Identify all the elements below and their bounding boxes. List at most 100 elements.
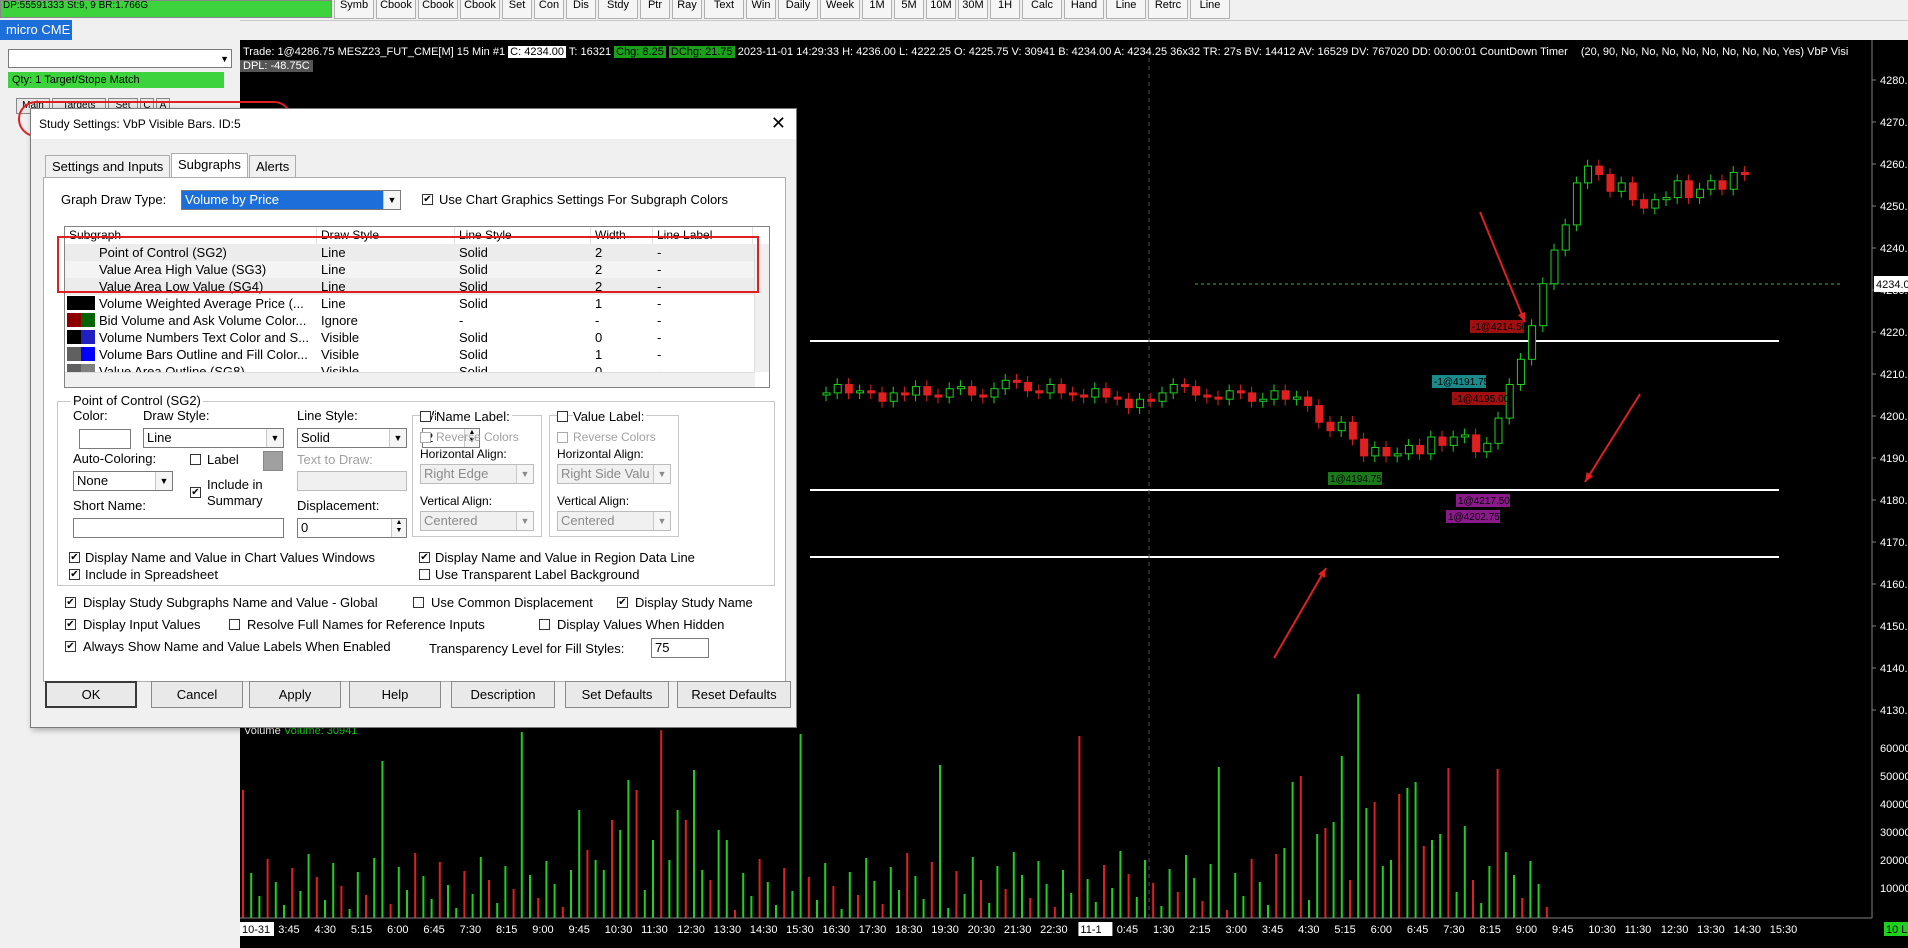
- set-defaults-button[interactable]: Set Defaults: [565, 681, 669, 708]
- graph-draw-type-label: Graph Draw Type:: [61, 192, 167, 207]
- tab-alerts[interactable]: Alerts: [249, 155, 297, 177]
- subgraph-row[interactable]: Bid Volume and Ask Volume Color... Ignore…: [65, 312, 769, 329]
- volume-bar: [512, 889, 515, 918]
- tab-subgraphs[interactable]: Subgraphs: [171, 153, 248, 178]
- volume-bar: [471, 894, 474, 918]
- display-values-hidden-checkbox[interactable]: [539, 619, 550, 630]
- toolbar-button-win[interactable]: Win: [746, 0, 776, 19]
- reset-defaults-button[interactable]: Reset Defaults: [677, 681, 791, 708]
- time-label: 15:30: [1770, 924, 1798, 936]
- subgraph-color-swatch[interactable]: [81, 330, 95, 344]
- toolbar-button-stdy[interactable]: Stdy: [598, 0, 638, 19]
- toolbar-button-hand[interactable]: Hand: [1064, 0, 1104, 19]
- horizontal-scrollbar[interactable]: [65, 372, 755, 387]
- toolbar-button-calc[interactable]: Calc: [1022, 0, 1062, 19]
- toolbar-button-symb[interactable]: Symb: [334, 0, 374, 19]
- resolve-full-names-checkbox[interactable]: [229, 619, 240, 630]
- include-in-summary-checkbox[interactable]: ✔: [190, 487, 201, 498]
- help-button[interactable]: Help: [349, 681, 441, 708]
- volume-bar: [1234, 873, 1237, 918]
- description-button[interactable]: Description: [451, 681, 555, 708]
- candle-body: [1214, 396, 1223, 400]
- spin-arrows-icon[interactable]: ▲ ▼: [391, 519, 406, 537]
- volume-bar: [242, 790, 244, 918]
- volume-bar: [775, 905, 777, 918]
- toolbar-button-30m[interactable]: 30M: [958, 0, 988, 19]
- toolbar-button-cbook[interactable]: Cbook: [418, 0, 458, 19]
- display-name-value-region-checkbox[interactable]: ✔: [419, 552, 430, 563]
- subgraph-row[interactable]: Volume Numbers Text Color and S... Visibl…: [65, 329, 769, 346]
- toolbar-button-con[interactable]: Con: [534, 0, 564, 19]
- chart-datetime: 2023-11-01 14:29:33: [737, 46, 840, 58]
- display-study-name-checkbox[interactable]: ✔: [617, 597, 628, 608]
- toolbar-button-line[interactable]: Line: [1106, 0, 1146, 19]
- candle-body: [822, 392, 831, 396]
- auto-coloring-select[interactable]: None ▼: [73, 471, 173, 491]
- candle-body: [1718, 180, 1727, 190]
- transparent-label-bg-checkbox[interactable]: [419, 569, 430, 580]
- color-swatch[interactable]: [79, 429, 131, 449]
- time-label: 3:45: [1262, 924, 1283, 936]
- use-chart-graphics-checkbox[interactable]: ✔: [422, 194, 433, 205]
- short-name-input[interactable]: [73, 518, 284, 538]
- trade-window-select[interactable]: ▼: [8, 49, 232, 68]
- subgraph-color-swatch[interactable]: [67, 296, 81, 310]
- cancel-button[interactable]: Cancel: [151, 681, 243, 708]
- time-label: 10-31: [242, 924, 270, 936]
- toolbar-button-week[interactable]: Week: [820, 0, 860, 19]
- subgraph-row[interactable]: Volume Bars Outline and Fill Color... Vis…: [65, 346, 769, 363]
- subgraph-color-swatch[interactable]: [81, 347, 95, 361]
- display-input-values-checkbox[interactable]: ✔: [65, 619, 76, 630]
- toolbar-button-dis[interactable]: Dis: [566, 0, 596, 19]
- toolbar-button-text[interactable]: Text: [704, 0, 744, 19]
- draw-style-select[interactable]: Line ▼: [143, 428, 284, 448]
- name-label-checkbox[interactable]: [420, 411, 431, 422]
- volume-bar: [816, 900, 818, 918]
- value-label-checkbox[interactable]: [557, 411, 568, 422]
- toolbar-button-10m[interactable]: 10M: [926, 0, 956, 19]
- include-in-summary-label: Include in Summary: [207, 477, 263, 508]
- apply-button[interactable]: Apply: [249, 681, 341, 708]
- displacement-input[interactable]: 0 ▲ ▼: [297, 518, 407, 538]
- close-icon[interactable]: ✕: [771, 113, 786, 133]
- subgraph-color-swatch[interactable]: [81, 313, 95, 327]
- chart-tab-micro-cme[interactable]: micro CME: [0, 20, 72, 40]
- display-name-value-chart-checkbox[interactable]: ✔: [69, 552, 80, 563]
- line-style-select[interactable]: Solid ▼: [297, 428, 407, 448]
- toolbar-button-5m[interactable]: 5M: [894, 0, 924, 19]
- toolbar-button-ray[interactable]: Ray: [672, 0, 702, 19]
- common-displacement-checkbox[interactable]: [413, 597, 424, 608]
- include-spreadsheet-checkbox[interactable]: ✔: [69, 569, 80, 580]
- toolbar-button-retrc[interactable]: Retrc: [1148, 0, 1188, 19]
- volume-bar: [1365, 808, 1368, 918]
- candle-body: [1382, 447, 1391, 457]
- graph-draw-type-select[interactable]: Volume by Price ▼: [181, 190, 401, 210]
- toolbar-button-daily[interactable]: Daily: [778, 0, 818, 19]
- candle-body: [1404, 444, 1413, 455]
- always-show-labels-checkbox[interactable]: ✔: [65, 641, 76, 652]
- include-spreadsheet-label: Include in Spreadsheet: [85, 567, 218, 582]
- transparency-input[interactable]: 75: [651, 638, 709, 658]
- subgraph-color-swatch[interactable]: [67, 330, 81, 344]
- toolbar-button-line[interactable]: Line: [1190, 0, 1230, 19]
- subgraph-row[interactable]: Volume Weighted Average Price (... Line So…: [65, 295, 769, 312]
- toolbar-button-ptr[interactable]: Ptr: [640, 0, 670, 19]
- toolbar-button-cbook[interactable]: Cbook: [460, 0, 500, 19]
- subgraph-color-swatch[interactable]: [67, 347, 81, 361]
- label-color-swatch[interactable]: [263, 451, 283, 471]
- volume-bar: [684, 820, 687, 918]
- display-subgraphs-global-checkbox[interactable]: ✔: [65, 597, 76, 608]
- toolbar-button-cbook[interactable]: Cbook: [376, 0, 416, 19]
- ok-button[interactable]: OK: [45, 681, 137, 708]
- volume-bar: [488, 880, 490, 918]
- common-displacement-label: Use Common Displacement: [431, 595, 593, 610]
- tab-settings-and-inputs[interactable]: Settings and Inputs: [45, 155, 171, 177]
- toolbar-button-1h[interactable]: 1H: [990, 0, 1020, 19]
- toolbar-button-set[interactable]: Set: [502, 0, 532, 19]
- subgraph-color-swatch[interactable]: [67, 313, 81, 327]
- label-checkbox[interactable]: [190, 454, 201, 465]
- volume-bar: [1513, 875, 1515, 918]
- subgraph-color-swatch[interactable]: [81, 296, 95, 310]
- toolbar-button-1m[interactable]: 1M: [862, 0, 892, 19]
- volume-bar: [611, 820, 613, 918]
